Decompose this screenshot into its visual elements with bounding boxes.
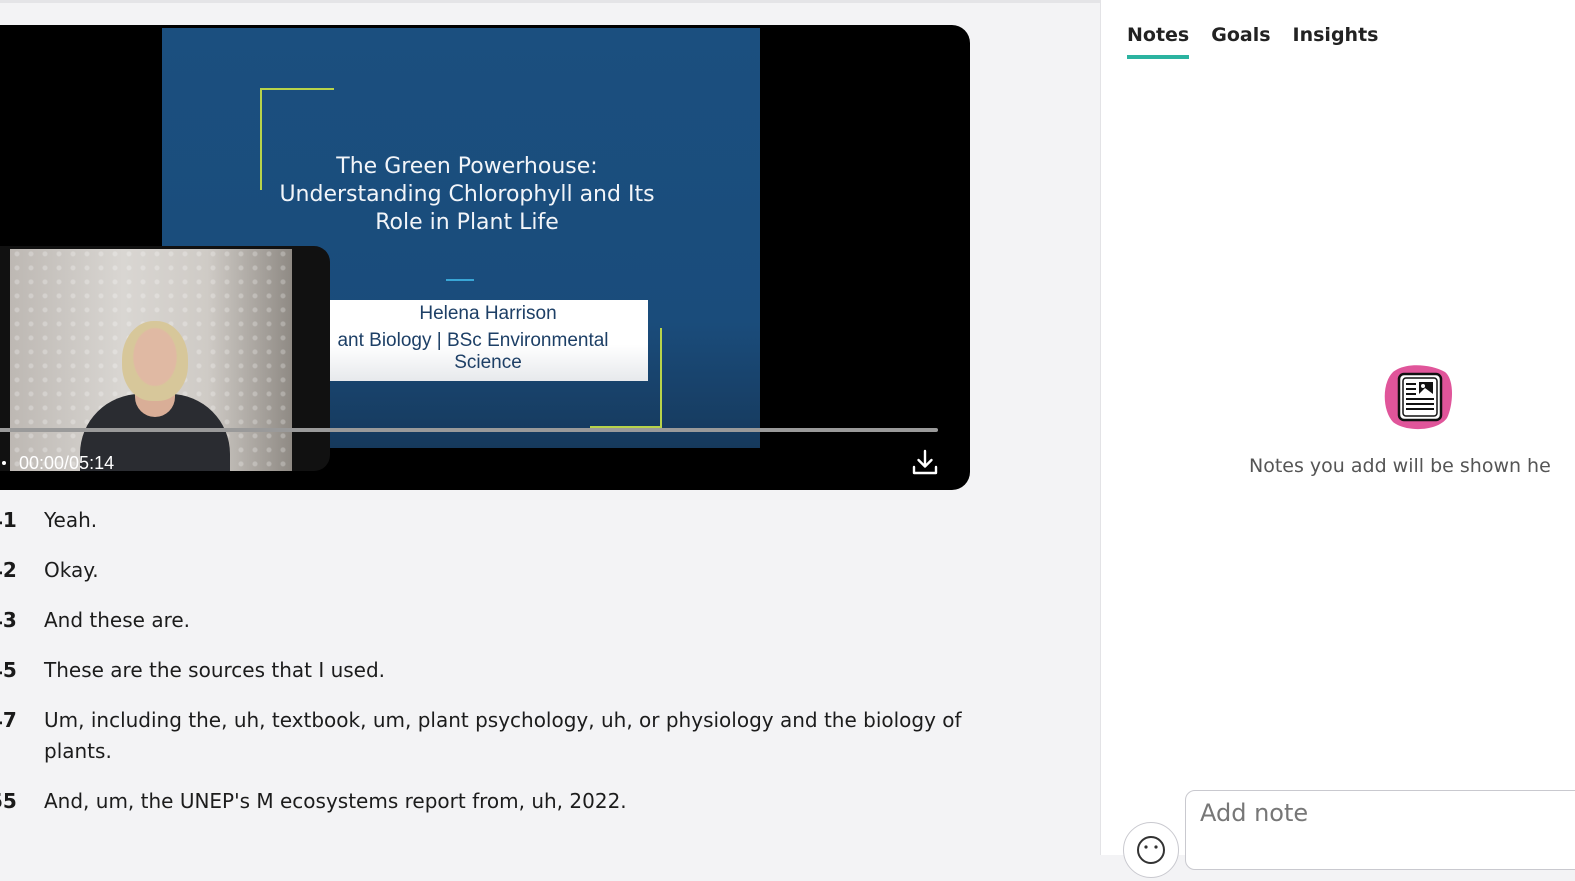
transcript-line[interactable]: 55 And, um, the UNEP's M ecosystems repo…: [0, 786, 1000, 817]
transcript-list: 41 Yeah. 42 Okay. 43 And these are. 45 T…: [0, 505, 1000, 836]
video-time: 00:00/05:14: [19, 453, 115, 473]
emoji-button[interactable]: [1123, 822, 1179, 878]
slide-divider: [446, 279, 474, 281]
play-icon[interactable]: [2, 461, 6, 465]
transcript-line-number: 42: [0, 558, 17, 582]
presenter-subtitle: Science: [454, 352, 522, 373]
main-content: The Green Powerhouse: Understanding Chlo…: [0, 0, 1100, 855]
transcript-line-text: These are the sources that I used.: [44, 658, 386, 682]
transcript-line-text: And, um, the UNEP's M ecosystems report …: [44, 789, 627, 813]
transcript-line-number: 43: [0, 608, 17, 632]
presenter-caption: Helena Harrison ant Biology | BSc Enviro…: [328, 300, 648, 381]
presenter-name: Helena Harrison: [419, 303, 557, 324]
transcript-line-text: And these are.: [44, 608, 191, 632]
transcript-line-number: 45: [0, 658, 17, 682]
transcript-line[interactable]: 45 These are the sources that I used.: [0, 655, 1000, 686]
transcript-line[interactable]: 47 Um, including the, uh, textbook, um, …: [0, 705, 1000, 767]
notes-document-icon: [1384, 365, 1452, 430]
transcript-line-number: 41: [0, 508, 17, 532]
speaker-figure: [122, 321, 188, 401]
add-note-input[interactable]: Add note: [1185, 790, 1575, 870]
transcript-line-text: Um, including the, uh, textbook, um, pla…: [44, 708, 962, 763]
tab-insights[interactable]: Insights: [1293, 24, 1379, 59]
empty-notes-message: Notes you add will be shown he: [1249, 455, 1551, 477]
notes-panel: Notes Goals Insights Notes you add will …: [1100, 0, 1575, 878]
transcript-line-number: 47: [0, 708, 17, 732]
transcript-line-text: Yeah.: [44, 508, 98, 532]
video-progress-bar[interactable]: [0, 428, 938, 432]
panel-tabs: Notes Goals Insights: [1127, 24, 1378, 59]
webcam-overlay: [0, 246, 330, 471]
webcam-image: [10, 249, 292, 471]
smiley-icon: [1137, 836, 1165, 864]
video-player[interactable]: The Green Powerhouse: Understanding Chlo…: [0, 25, 970, 490]
transcript-line[interactable]: 42 Okay.: [0, 555, 1000, 586]
transcript-line-number: 55: [0, 789, 17, 813]
slide-title: The Green Powerhouse: Understanding Chlo…: [279, 154, 655, 235]
presenter-subtitle: ant Biology | BSc Environmental: [337, 330, 609, 351]
transcript-line[interactable]: 41 Yeah.: [0, 505, 1000, 536]
transcript-line[interactable]: 43 And these are.: [0, 605, 1000, 636]
tab-goals[interactable]: Goals: [1211, 24, 1270, 59]
download-icon[interactable]: [910, 447, 940, 477]
tab-notes[interactable]: Notes: [1127, 24, 1190, 59]
transcript-line-text: Okay.: [44, 558, 99, 582]
